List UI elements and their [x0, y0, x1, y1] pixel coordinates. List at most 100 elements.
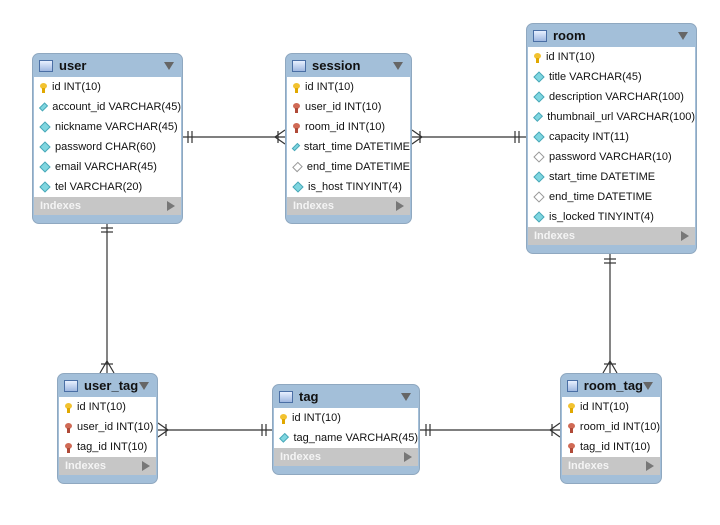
column-row[interactable]: email VARCHAR(45): [34, 157, 181, 177]
rel-user-user_tag: [99, 222, 115, 374]
column-list: id INT(10) user_id INT(10) tag_id INT(10): [59, 397, 156, 457]
rel-user-session: [183, 129, 286, 145]
expand-arrow-icon[interactable]: [142, 461, 150, 471]
column-row[interactable]: account_id VARCHAR(45): [34, 97, 181, 117]
indexes-section[interactable]: Indexes: [274, 448, 418, 466]
indexes-section[interactable]: Indexes: [34, 197, 181, 215]
table-icon: [279, 390, 293, 403]
table-icon: [39, 59, 53, 72]
expand-arrow-icon[interactable]: [404, 452, 412, 462]
column-row[interactable]: room_id INT(10): [287, 117, 410, 137]
indexes-section[interactable]: Indexes: [528, 227, 695, 245]
table-name: room: [553, 28, 586, 43]
column-row[interactable]: tag_id INT(10): [59, 437, 156, 457]
column-row[interactable]: id INT(10): [287, 77, 410, 97]
column-row[interactable]: id INT(10): [562, 397, 660, 417]
collapse-triangle-icon[interactable]: [164, 61, 174, 70]
table-session[interactable]: session id INT(10) user_id INT(10) room_id …: [285, 53, 412, 224]
column-row[interactable]: nickname VARCHAR(45): [34, 117, 181, 137]
collapse-triangle-icon[interactable]: [393, 61, 403, 70]
column-text: account_id VARCHAR(45): [52, 101, 181, 113]
diamond-filled-icon: [291, 142, 301, 152]
table-name: tag: [299, 389, 319, 404]
diamond-filled-icon: [533, 211, 545, 223]
column-row[interactable]: description VARCHAR(100): [528, 87, 695, 107]
column-row[interactable]: user_id INT(10): [59, 417, 156, 437]
table-footer: [527, 245, 696, 253]
indexes-section[interactable]: Indexes: [562, 457, 660, 475]
primary-key-icon: [39, 82, 48, 93]
table-header[interactable]: session: [286, 54, 411, 77]
collapse-triangle-icon[interactable]: [643, 381, 653, 390]
primary-key-icon: [292, 82, 301, 93]
collapse-triangle-icon[interactable]: [678, 31, 688, 40]
column-row[interactable]: thumbnail_url VARCHAR(100): [528, 107, 695, 127]
column-row[interactable]: password CHAR(60): [34, 137, 181, 157]
column-row[interactable]: tag_name VARCHAR(45): [274, 428, 418, 448]
column-text: room_id INT(10): [579, 421, 660, 433]
column-text: thumbnail_url VARCHAR(100): [547, 111, 695, 123]
foreign-key-icon: [292, 102, 301, 113]
column-list: id INT(10) room_id INT(10) tag_id INT(10): [562, 397, 660, 457]
column-row[interactable]: id INT(10): [274, 408, 418, 428]
column-text: password VARCHAR(10): [549, 151, 672, 163]
diamond-filled-icon: [38, 102, 49, 112]
expand-arrow-icon[interactable]: [167, 201, 175, 211]
table-header[interactable]: room: [527, 24, 696, 47]
expand-arrow-icon[interactable]: [396, 201, 404, 211]
column-text: nickname VARCHAR(45): [55, 121, 178, 133]
column-text: id INT(10): [305, 81, 354, 93]
diamond-hollow-icon: [533, 191, 545, 203]
column-row[interactable]: user_id INT(10): [287, 97, 410, 117]
collapse-triangle-icon[interactable]: [401, 392, 411, 401]
table-name: user_tag: [84, 378, 139, 393]
column-row[interactable]: is_host TINYINT(4): [287, 177, 410, 197]
column-row[interactable]: title VARCHAR(45): [528, 67, 695, 87]
column-row[interactable]: capacity INT(11): [528, 127, 695, 147]
table-header[interactable]: room_tag: [561, 374, 661, 397]
column-row[interactable]: tel VARCHAR(20): [34, 177, 181, 197]
column-text: end_time DATETIME: [549, 191, 653, 203]
column-row[interactable]: is_locked TINYINT(4): [528, 207, 695, 227]
column-row[interactable]: end_time DATETIME: [528, 187, 695, 207]
column-row[interactable]: end_time DATETIME: [287, 157, 410, 177]
column-text: description VARCHAR(100): [549, 91, 684, 103]
table-user[interactable]: user id INT(10) account_id VARCHAR(45) nick…: [32, 53, 183, 224]
indexes-section[interactable]: Indexes: [287, 197, 410, 215]
column-text: start_time DATETIME: [549, 171, 656, 183]
indexes-label: Indexes: [293, 200, 334, 212]
table-room_tag[interactable]: room_tag id INT(10) room_id INT(10) tag_id …: [560, 373, 662, 484]
rel-room-session: [411, 129, 526, 145]
column-text: tag_name VARCHAR(45): [293, 432, 418, 444]
diamond-filled-icon: [39, 181, 51, 193]
column-row[interactable]: room_id INT(10): [562, 417, 660, 437]
column-list: id INT(10) account_id VARCHAR(45) nickname…: [34, 77, 181, 197]
column-row[interactable]: id INT(10): [34, 77, 181, 97]
column-row[interactable]: tag_id INT(10): [562, 437, 660, 457]
diamond-hollow-icon: [292, 161, 303, 173]
column-row[interactable]: id INT(10): [528, 47, 695, 67]
rel-tag-user_tag: [157, 422, 272, 438]
table-header[interactable]: user: [33, 54, 182, 77]
column-text: end_time DATETIME: [306, 161, 410, 173]
column-text: tel VARCHAR(20): [55, 181, 143, 193]
table-name: session: [312, 58, 361, 73]
column-row[interactable]: password VARCHAR(10): [528, 147, 695, 167]
table-room[interactable]: room id INT(10) title VARCHAR(45) descripti…: [526, 23, 697, 254]
expand-arrow-icon[interactable]: [681, 231, 689, 241]
column-row[interactable]: id INT(10): [59, 397, 156, 417]
table-header[interactable]: user_tag: [58, 374, 157, 397]
indexes-label: Indexes: [280, 451, 321, 463]
indexes-section[interactable]: Indexes: [59, 457, 156, 475]
table-user_tag[interactable]: user_tagid INT(10) user_id INT(10) tag_id …: [57, 373, 158, 484]
column-row[interactable]: start_time DATETIME: [287, 137, 410, 157]
table-tag[interactable]: tag id INT(10) tag_name VARCHAR(45) Indexes: [272, 384, 420, 475]
table-icon: [533, 29, 547, 42]
indexes-label: Indexes: [534, 230, 575, 242]
expand-arrow-icon[interactable]: [646, 461, 654, 471]
column-row[interactable]: start_time DATETIME: [528, 167, 695, 187]
diamond-filled-icon: [533, 91, 545, 103]
table-header[interactable]: tag: [273, 385, 419, 408]
collapse-triangle-icon[interactable]: [139, 381, 149, 390]
table-icon: [64, 379, 78, 392]
